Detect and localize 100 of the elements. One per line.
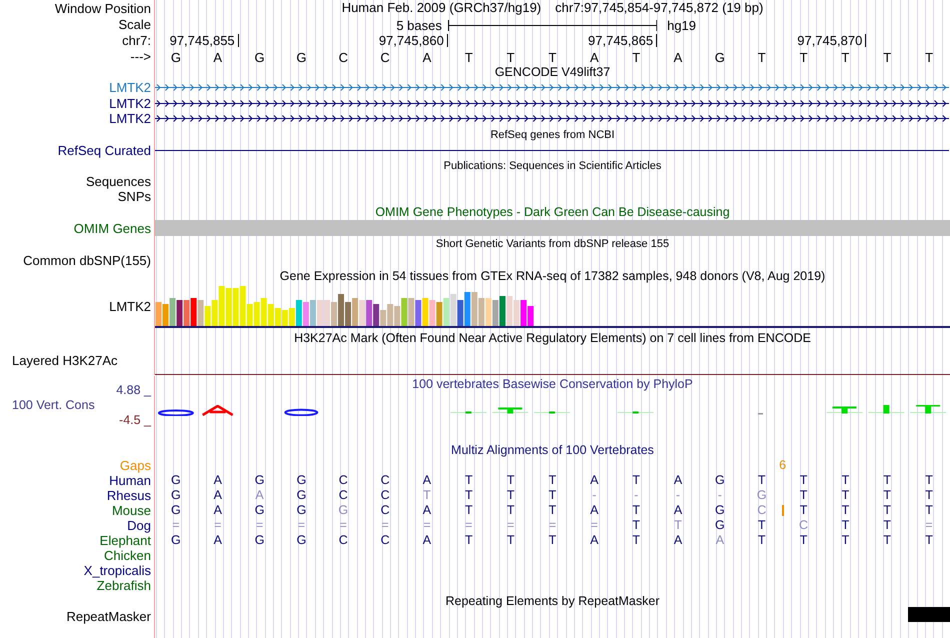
aligned-base: = xyxy=(465,518,472,532)
base-letter: T xyxy=(506,49,516,67)
gap-count: 6 xyxy=(779,458,786,472)
aligned-base: A xyxy=(674,472,682,488)
base-letter: A xyxy=(672,49,684,67)
aligned-base: T xyxy=(464,532,473,548)
aligned-base: A xyxy=(214,532,222,548)
track-label[interactable]: Dog xyxy=(127,518,151,532)
track-label[interactable]: Rhesus xyxy=(106,488,151,502)
track-label[interactable]: LMTK2 xyxy=(109,96,151,111)
track-label[interactable]: LMTK2 xyxy=(109,111,151,126)
aligned-base: G xyxy=(254,472,264,488)
aligned-base: A xyxy=(255,488,264,502)
aligned-base: T xyxy=(632,502,640,518)
aligned-base: A xyxy=(214,502,222,518)
aligned-base: C xyxy=(757,502,766,518)
aligned-base: T xyxy=(883,488,892,502)
aligned-base: G xyxy=(714,472,725,488)
aligned-base: G xyxy=(338,502,348,518)
aligned-base: = xyxy=(925,518,933,532)
track-label[interactable]: LMTK2 xyxy=(109,80,151,96)
aligned-base: C xyxy=(380,532,390,548)
track-label[interactable]: Sequences xyxy=(86,174,151,189)
base-letter: T xyxy=(548,49,558,67)
aligned-base: A xyxy=(422,532,432,548)
track-label[interactable]: ---> xyxy=(130,48,151,64)
track-label[interactable]: Zebrafish xyxy=(96,578,151,592)
aligned-base: T xyxy=(925,488,933,502)
base-letter: G xyxy=(714,49,726,67)
aligned-base: A xyxy=(214,472,222,488)
aligned-base: A xyxy=(590,532,598,548)
base-letter: T xyxy=(924,49,934,67)
track-label[interactable]: RepeatMasker xyxy=(66,609,151,624)
base-letter: C xyxy=(379,49,391,67)
track-title: Publications: Sequences in Scientific Articles xyxy=(444,159,662,173)
aligned-base: = xyxy=(590,518,598,532)
base-letter: G xyxy=(295,49,308,67)
aligned-base: T xyxy=(506,502,514,518)
aligned-base: A xyxy=(422,472,432,488)
scale-text: 5 bases xyxy=(396,17,442,35)
track-label[interactable]: OMIM Genes xyxy=(74,220,151,236)
aligned-base: A xyxy=(214,488,222,502)
aligned-base: T xyxy=(758,532,766,548)
base-letter: C xyxy=(338,49,349,67)
aligned-base: T xyxy=(883,532,892,548)
track-label[interactable]: SNPs xyxy=(118,189,151,204)
track-label[interactable]: Human xyxy=(109,472,151,488)
track-label[interactable]: Window Position xyxy=(54,0,151,16)
aligned-base: C xyxy=(338,488,348,502)
aligned-base: = xyxy=(381,518,389,532)
aligned-base: T xyxy=(800,488,808,502)
aligned-base: = xyxy=(548,518,556,532)
aligned-base: T xyxy=(423,488,431,502)
track-label[interactable]: Mouse xyxy=(112,502,151,518)
aligned-base: C xyxy=(799,518,808,532)
aligned-base: - xyxy=(676,488,680,502)
aligned-base: A xyxy=(674,532,682,548)
base-letter: A xyxy=(422,49,432,67)
aligned-base: = xyxy=(256,518,264,532)
track-title: Short Genetic Variants from dbSNP release 155 xyxy=(436,237,670,251)
track-label[interactable]: RefSeq Curated xyxy=(58,142,151,158)
aligned-base: T xyxy=(464,488,473,502)
track-label[interactable]: Common dbSNP(155) xyxy=(23,252,151,268)
aligned-base: T xyxy=(842,532,850,548)
aligned-base: G xyxy=(756,488,767,502)
track-label[interactable]: LMTK2 xyxy=(109,298,151,314)
aligned-base: A xyxy=(422,502,432,518)
aligned-base: T xyxy=(883,472,892,488)
aligned-base: T xyxy=(800,532,808,548)
track-label[interactable]: Elephant xyxy=(100,532,151,548)
track-title: Multiz Alignments of 100 Vertebrates xyxy=(451,443,654,457)
track-label[interactable]: Chicken xyxy=(104,548,151,562)
aligned-base: = xyxy=(172,518,180,532)
track-label[interactable]: 100 Vert. Cons xyxy=(12,398,95,413)
aligned-base: T xyxy=(632,518,640,532)
aligned-base: T xyxy=(758,518,766,532)
base-letter: G xyxy=(170,49,182,67)
track-title: Repeating Elements by RepeatMasker xyxy=(445,594,660,608)
track-label[interactable]: chr7: xyxy=(122,32,151,48)
aligned-base: G xyxy=(254,502,264,518)
aligned-base: T xyxy=(674,518,682,532)
aligned-base: G xyxy=(714,502,725,518)
aligned-base: T xyxy=(842,502,850,518)
track-label[interactable]: Layered H3K27Ac xyxy=(12,353,118,368)
aligned-base: G xyxy=(296,488,306,502)
track-label[interactable]: Scale xyxy=(118,16,151,32)
aligned-base: C xyxy=(338,532,348,548)
base-letter: T xyxy=(840,49,850,67)
track-title: 100 vertebrates Basewise Conservation by PhyloP xyxy=(412,377,693,391)
aligned-base: T xyxy=(842,472,850,488)
aligned-base: T xyxy=(632,472,640,488)
insertion-mark xyxy=(782,504,784,516)
base-letter: T xyxy=(798,49,809,67)
base-letter: T xyxy=(882,49,892,67)
aligned-base: G xyxy=(296,472,306,488)
aligned-base: A xyxy=(590,472,598,488)
track-label[interactable]: X_tropicalis xyxy=(84,562,151,578)
aligned-base: A xyxy=(590,502,598,518)
aligned-base: T xyxy=(883,518,892,532)
aligned-base: T xyxy=(800,502,808,518)
